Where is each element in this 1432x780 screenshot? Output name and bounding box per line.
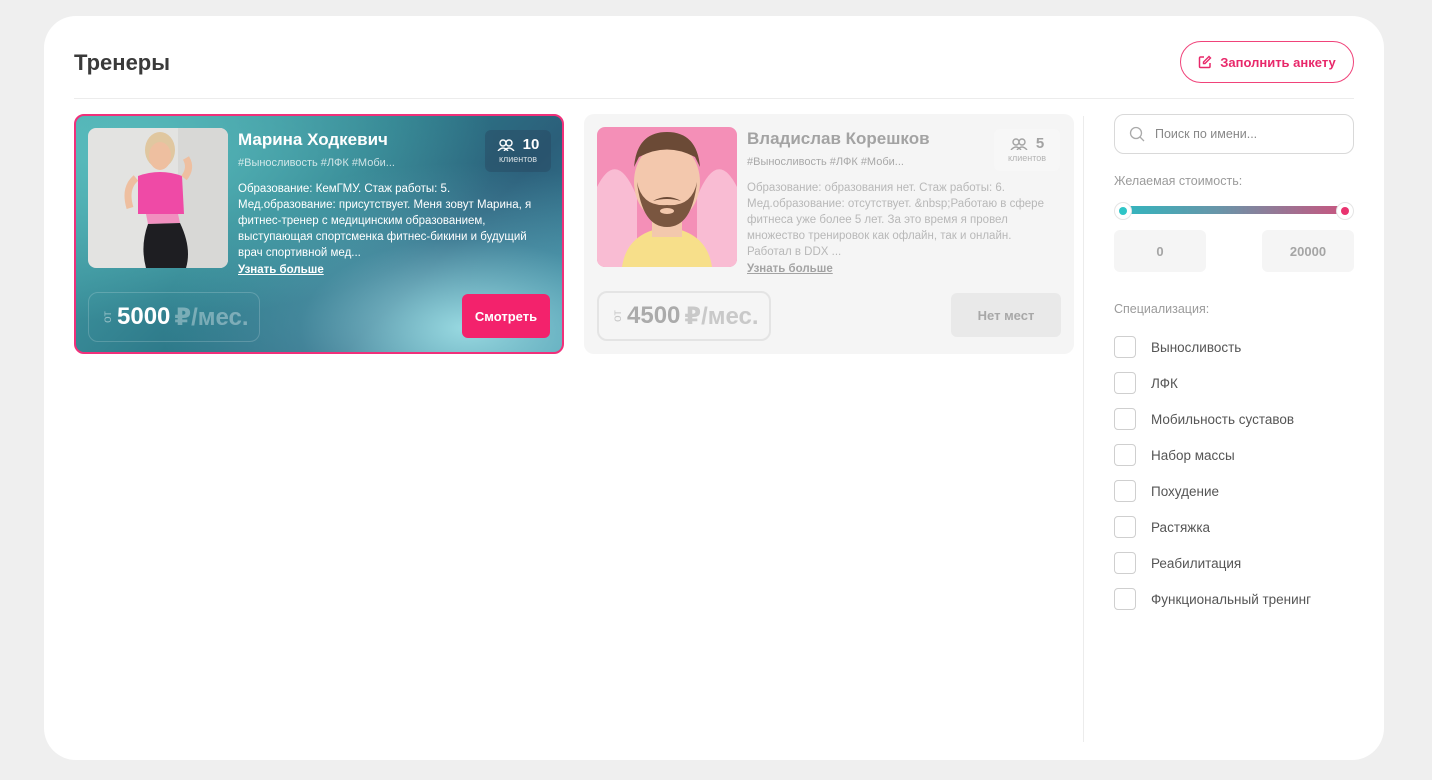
clients-label: клиентов xyxy=(498,154,538,164)
specialization-option[interactable]: Реабилитация xyxy=(1114,545,1311,581)
price-min-handle[interactable] xyxy=(1115,203,1131,219)
option-label: Похудение xyxy=(1151,483,1220,499)
view-button[interactable]: Смотреть xyxy=(462,294,550,338)
price-unit: ₽/мес. xyxy=(174,303,249,331)
option-label: Растяжка xyxy=(1151,519,1211,535)
trainer-name: Владислав Корешков xyxy=(747,129,930,148)
specialization-option[interactable]: Набор массы xyxy=(1114,437,1311,473)
option-label: ЛФК xyxy=(1151,375,1178,391)
search-icon xyxy=(1129,126,1145,142)
price-tag: от 4500 ₽/мес. xyxy=(597,291,771,341)
price-range-slider[interactable] xyxy=(1119,206,1345,214)
checkbox[interactable] xyxy=(1114,372,1136,394)
trainer-tags: #Выносливость #ЛФК #Моби... xyxy=(747,156,904,168)
fill-form-label: Заполнить анкету xyxy=(1220,54,1336,70)
price-from: от xyxy=(610,310,624,322)
page-title: Тренеры xyxy=(74,50,171,75)
trainers-panel: Тренеры Заполнить анкету Марина Ходкевич xyxy=(44,16,1384,760)
checkbox[interactable] xyxy=(1114,588,1136,610)
header-divider xyxy=(74,98,1354,99)
clients-count: 10 xyxy=(522,136,540,153)
price-amount: 4500 xyxy=(627,302,681,329)
fill-form-button[interactable]: Заполнить анкету xyxy=(1180,41,1354,83)
clients-label: клиентов xyxy=(1007,153,1047,163)
clients-count: 5 xyxy=(1035,135,1045,152)
specialization-option[interactable]: Выносливость xyxy=(1114,329,1311,365)
price-max-field[interactable]: 20000 xyxy=(1262,230,1354,272)
option-label: Мобильность суставов xyxy=(1151,411,1295,427)
trainer-photo xyxy=(88,128,228,268)
price-tag: от 5000 ₽/мес. xyxy=(88,292,260,342)
specialization-option[interactable]: Функциональный тренинг xyxy=(1114,581,1311,617)
checkbox[interactable] xyxy=(1114,336,1136,358)
search-box[interactable] xyxy=(1114,114,1354,154)
users-icon xyxy=(497,138,515,151)
checkbox[interactable] xyxy=(1114,480,1136,502)
trainer-description: Образование: образования нет. Стаж работ… xyxy=(747,182,1044,258)
specialization-option[interactable]: ЛФК xyxy=(1114,365,1311,401)
specialization-label: Специализация: xyxy=(1114,302,1210,316)
checkbox[interactable] xyxy=(1114,552,1136,574)
option-label: Реабилитация xyxy=(1151,555,1242,571)
trainer-name: Марина Ходкевич xyxy=(238,130,388,149)
option-label: Выносливость xyxy=(1151,339,1242,355)
sidebar-divider xyxy=(1083,116,1084,742)
price-max-handle[interactable] xyxy=(1337,203,1353,219)
search-input[interactable] xyxy=(1155,127,1345,141)
clients-badge: 5 клиентов xyxy=(994,129,1060,171)
trainer-card[interactable]: Марина Ходкевич #Выносливость #ЛФК #Моби… xyxy=(74,114,564,354)
checkbox[interactable] xyxy=(1114,516,1136,538)
users-icon xyxy=(1010,137,1028,150)
learn-more-link[interactable]: Узнать больше xyxy=(747,263,833,275)
no-slots-button: Нет мест xyxy=(951,293,1061,337)
specialization-option[interactable]: Растяжка xyxy=(1114,509,1311,545)
learn-more-link[interactable]: Узнать больше xyxy=(238,264,324,276)
specialization-list: Выносливость ЛФК Мобильность суставов На… xyxy=(1114,329,1311,617)
trainer-description: Образование: КемГМУ. Стаж работы: 5. Мед… xyxy=(238,183,532,259)
option-label: Набор массы xyxy=(1151,447,1235,463)
price-unit: ₽/мес. xyxy=(684,302,759,330)
trainer-tags: #Выносливость #ЛФК #Моби... xyxy=(238,157,395,169)
price-min-field[interactable]: 0 xyxy=(1114,230,1206,272)
specialization-option[interactable]: Похудение xyxy=(1114,473,1311,509)
edit-icon xyxy=(1199,55,1212,69)
price-filter-label: Желаемая стоимость: xyxy=(1114,174,1243,188)
specialization-option[interactable]: Мобильность суставов xyxy=(1114,401,1311,437)
price-from: от xyxy=(100,311,114,323)
clients-badge: 10 клиентов xyxy=(485,130,551,172)
trainer-avatar-illustration xyxy=(597,127,737,267)
price-amount: 5000 xyxy=(117,303,171,330)
trainer-card[interactable]: Владислав Корешков #Выносливость #ЛФК #М… xyxy=(584,114,1074,354)
checkbox[interactable] xyxy=(1114,444,1136,466)
checkbox[interactable] xyxy=(1114,408,1136,430)
option-label: Функциональный тренинг xyxy=(1151,591,1312,607)
